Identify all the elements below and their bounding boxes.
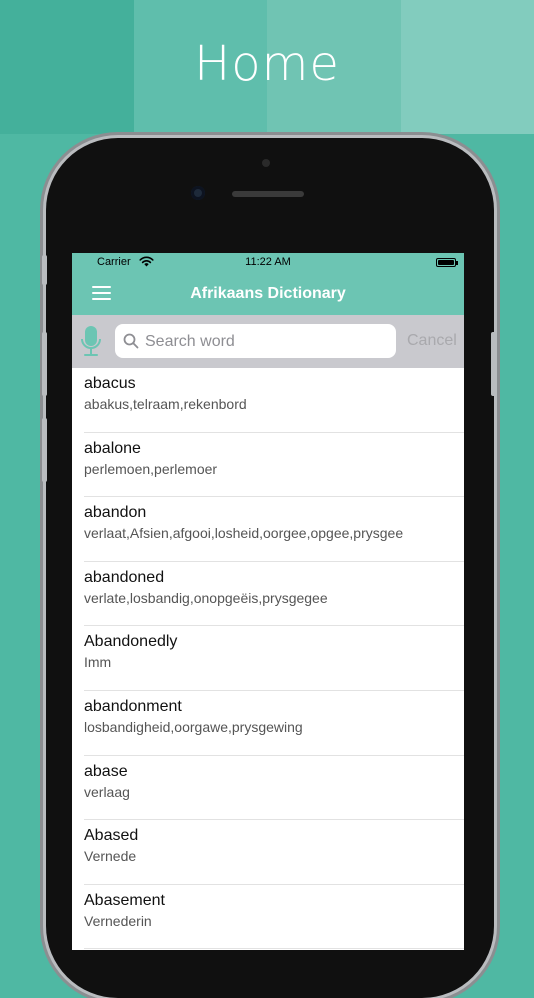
word-list-item[interactable]: Abandonedly Imm [72,626,464,691]
search-field [115,324,396,358]
word-title: abandoned [84,569,164,587]
volume-up-button [42,332,47,396]
word-meaning: Vernede [84,848,136,864]
word-list-item[interactable]: Abased Vernede [72,820,464,885]
proximity-sensor [262,159,270,167]
word-meaning: verlaag [84,784,130,800]
microphone-icon[interactable] [80,325,102,357]
search-input[interactable] [143,324,392,360]
word-list-item[interactable]: abacus abakus,telraam,rekenbord [72,368,464,433]
word-meaning: Vernederin [84,913,152,929]
magnifier-icon [123,333,139,349]
volume-down-button [42,418,47,482]
cancel-button[interactable]: Cancel [407,332,457,350]
word-list-item[interactable]: Abasement Vernederin [72,885,464,950]
power-button [491,332,496,396]
word-list-item[interactable]: abandoned verlate,losbandig,onopgeëis,pry… [72,562,464,627]
word-list-item[interactable]: abandonment losbandigheid,oorgawe,prysgew… [72,691,464,756]
word-meaning: perlemoen,perlemoer [84,461,217,477]
word-meaning: verlaat,Afsien,afgooi,losheid,oorgee,opg… [84,525,403,541]
word-meaning: verlate,losbandig,onopgeëis,prysgegee [84,590,328,606]
front-camera-icon [191,186,205,200]
word-title: Abandonedly [84,633,177,651]
word-meaning: abakus,telraam,rekenbord [84,396,247,412]
earpiece-speaker [232,191,304,197]
app-screen: Carrier 11:22 AM Afrikaans Dictionary [72,253,464,950]
word-title: abandon [84,504,146,522]
word-meaning: Imm [84,654,111,670]
banner-title: Home [0,36,534,92]
word-list-item[interactable]: abase verlaag [72,756,464,821]
word-meaning: losbandigheid,oorgawe,prysgewing [84,719,303,735]
word-title: abacus [84,375,136,393]
header-banner: Home [0,0,534,134]
navigation-bar: Afrikaans Dictionary [72,273,464,315]
mute-switch [42,255,47,285]
search-bar: Cancel [72,315,464,368]
word-list-item[interactable]: abandon verlaat,Afsien,afgooi,losheid,oor… [72,497,464,562]
nav-title: Afrikaans Dictionary [72,285,464,303]
battery-icon [436,258,456,267]
word-list: abacus abakus,telraam,rekenbord abalone per… [72,368,464,949]
word-title: Abasement [84,892,165,910]
word-title: Abased [84,827,138,845]
status-bar: Carrier 11:22 AM [72,253,464,273]
word-title: abalone [84,440,141,458]
status-time: 11:22 AM [72,256,464,268]
word-title: abandonment [84,698,182,716]
word-list-item[interactable]: abalone perlemoen,perlemoer [72,433,464,498]
word-title: abase [84,763,128,781]
